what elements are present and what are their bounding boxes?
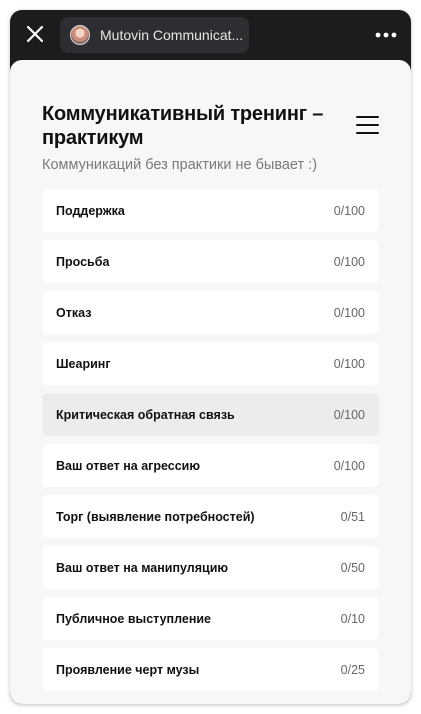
item-label: Поддержка — [56, 203, 125, 218]
more-horizontal-icon — [375, 32, 397, 38]
item-label: Торг (выявление потребностей) — [56, 509, 255, 524]
list-item[interactable]: Критическая обратная связь 0/100 — [42, 393, 379, 436]
hamburger-menu-icon — [356, 124, 379, 126]
list-item[interactable]: Шеаринг 0/100 — [42, 342, 379, 385]
page-title: Коммуникативный тренинг – практикум — [42, 103, 324, 149]
list-item[interactable]: Публичное выступление 0/10 — [42, 597, 379, 640]
list-item[interactable]: Проявление черт музы 0/25 — [42, 648, 379, 691]
item-count: 0/100 — [333, 356, 365, 371]
item-count: 0/100 — [333, 305, 365, 320]
item-count: 0/100 — [333, 254, 365, 269]
hamburger-menu-icon — [356, 132, 379, 134]
header: Коммуникативный тренинг – практикум — [42, 102, 342, 150]
page-subtitle: Коммуникаций без практики не бывает :) — [42, 157, 318, 173]
menu-button[interactable] — [356, 116, 380, 134]
close-button[interactable] — [24, 23, 46, 45]
item-label: Критическая обратная связь — [56, 407, 235, 422]
hamburger-menu-icon — [356, 116, 379, 118]
avatar — [70, 25, 90, 45]
item-label: Шеаринг — [56, 356, 111, 371]
item-label: Просьба — [56, 254, 110, 269]
item-count: 0/25 — [340, 662, 365, 677]
item-label: Отказ — [56, 305, 92, 320]
list-item[interactable]: Просьба 0/100 — [42, 240, 379, 283]
close-icon — [26, 25, 44, 43]
item-label: Проявление черт музы — [56, 662, 200, 677]
item-label: Публичное выступление — [56, 611, 211, 626]
item-count: 0/51 — [340, 509, 365, 524]
list-item[interactable]: Торг (выявление потребностей) 0/51 — [42, 495, 379, 538]
item-count: 0/100 — [333, 407, 365, 422]
item-count: 0/10 — [340, 611, 365, 626]
app-window: Mutovin Communicat... Коммуникативный тр… — [10, 10, 411, 704]
item-count: 0/100 — [333, 203, 365, 218]
list-item[interactable]: Поддержка 0/100 — [42, 189, 379, 232]
more-options-button[interactable] — [373, 26, 399, 44]
main-content: Коммуникативный тренинг – практикум Комм… — [10, 60, 411, 704]
item-label: Ваш ответ на агрессию — [56, 458, 201, 473]
training-list: Поддержка 0/100 Просьба 0/100 Отказ 0/10… — [42, 189, 379, 699]
list-item[interactable]: Ваш ответ на агрессию 0/100 — [42, 444, 379, 487]
list-item[interactable]: Ваш ответ на манипуляцию 0/50 — [42, 546, 379, 589]
app-chip[interactable]: Mutovin Communicat... — [60, 17, 249, 53]
item-label: Ваш ответ на манипуляцию — [56, 560, 229, 575]
item-count: 0/100 — [333, 458, 365, 473]
app-name: Mutovin Communicat... — [100, 27, 244, 43]
top-bar: Mutovin Communicat... — [10, 10, 411, 60]
item-count: 0/50 — [340, 560, 365, 575]
list-item[interactable]: Отказ 0/100 — [42, 291, 379, 334]
